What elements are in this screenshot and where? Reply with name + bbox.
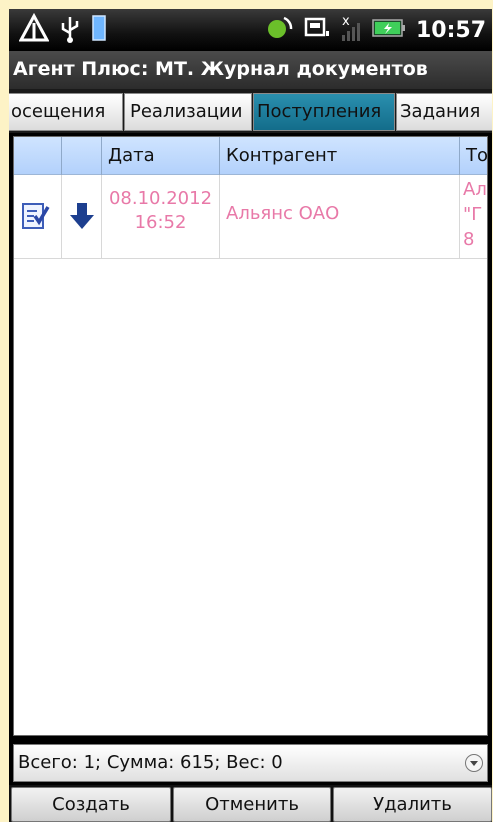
column-header-status[interactable] (14, 137, 62, 175)
chevron-down-icon[interactable] (465, 754, 483, 772)
column-header-type[interactable] (62, 137, 102, 175)
tab-tasks[interactable]: Задания (396, 93, 492, 131)
delete-button[interactable]: Удалить (333, 787, 492, 822)
tab-sales[interactable]: Реализации (124, 93, 252, 131)
clock-time: 10:57 (415, 17, 486, 43)
signal-icon: x (340, 13, 362, 47)
warning-icon (18, 12, 50, 47)
tab-visits[interactable]: осещения (9, 93, 123, 131)
row-time: 16:52 (134, 212, 187, 233)
app-title: Агент Плюс: МТ. Журнал документов (9, 51, 492, 89)
document-check-icon (22, 201, 50, 236)
summary-text: Всего: 1; Сумма: 615; Вес: 0 (18, 752, 283, 773)
column-header-date[interactable]: Дата (102, 137, 220, 175)
tab-receipts[interactable]: Поступления (253, 93, 395, 131)
row-counterparty-cell: Альянс ОАО (220, 175, 460, 259)
usb-icon (59, 13, 81, 47)
column-header-counterparty[interactable]: Контрагент (220, 137, 460, 175)
row-status-cell (14, 175, 62, 259)
summary-dropdown[interactable]: Всего: 1; Сумма: 615; Вес: 0 (13, 744, 488, 782)
row-extra-line: Ал (463, 179, 487, 200)
row-extra-line: "Г (463, 204, 483, 225)
row-extra-cell: Ал "Г 8 (460, 175, 487, 259)
row-counterparty: Альянс ОАО (226, 203, 340, 224)
row-date: 08.10.2012 (108, 188, 213, 209)
action-bar: Создать Отменить Удалить (9, 785, 492, 822)
create-button[interactable]: Создать (11, 787, 171, 822)
status-bar: x 10:57 (9, 9, 492, 51)
table-header: Дата Контрагент То (14, 137, 487, 175)
svg-text:x: x (342, 14, 350, 29)
sync-icon (264, 13, 294, 47)
phone-screen: x 10:57 Агент Плюс: МТ. Журнал документо… (9, 9, 492, 822)
cancel-button[interactable]: Отменить (173, 787, 331, 822)
sd-card-icon (91, 14, 107, 46)
table-row[interactable]: 08.10.2012 16:52 Альянс ОАО Ал "Г 8 (14, 175, 487, 259)
notification-icon (304, 13, 330, 47)
tab-strip[interactable]: осещения Реализации Поступления Задания (9, 89, 492, 133)
row-type-cell (62, 175, 102, 259)
row-extra-line: 8 (463, 229, 475, 250)
battery-icon (372, 17, 406, 43)
column-header-extra[interactable]: То (460, 137, 487, 175)
arrow-down-icon (69, 201, 95, 236)
documents-table: Дата Контрагент То 08.10.2012 16:52 Алья… (13, 136, 488, 736)
row-date-cell: 08.10.2012 16:52 (102, 175, 220, 259)
